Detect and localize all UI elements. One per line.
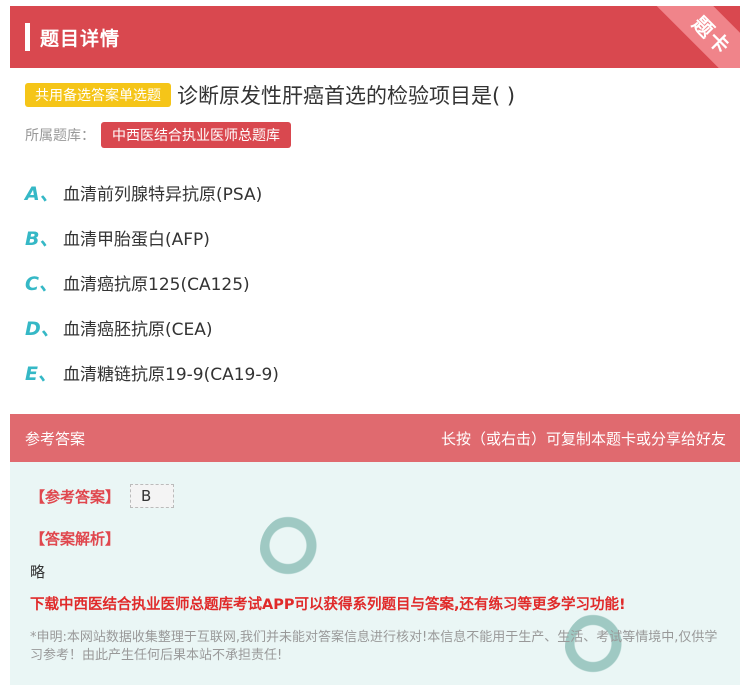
question-type-tag: 共用备选答案单选题: [25, 83, 171, 107]
option-text: 血清甲胎蛋白(AFP): [63, 230, 210, 250]
analysis-label: 【答案解析】: [30, 530, 121, 548]
option-d[interactable]: D、 血清癌胚抗原(CEA): [25, 305, 725, 350]
card-header: 题目详情 题卡: [10, 6, 740, 68]
corner-badge: 题卡: [650, 6, 740, 68]
header-title: 题目详情: [40, 27, 121, 50]
share-hint: 长按（或右击）可复制本题卡或分享给好友: [440, 429, 726, 448]
option-letter: E、: [25, 363, 57, 385]
option-c[interactable]: C、 血清癌抗原125(CA125): [25, 260, 725, 305]
option-letter: B、: [25, 228, 59, 250]
option-text: 血清糖链抗原19-9(CA19-9): [63, 365, 279, 385]
disclaimer-text: *申明:本网站数据收集整理于互联网,我们并未能对答案信息进行核对!本信息不能用于…: [30, 630, 718, 663]
option-letter: A、: [25, 183, 59, 205]
option-text: 血清癌胚抗原(CEA): [63, 320, 213, 340]
option-text: 血清癌抗原125(CA125): [63, 275, 250, 295]
answer-value: B: [130, 484, 175, 508]
analysis-text: 略: [30, 563, 46, 581]
answer-body: 【参考答案】 B 【答案解析】 略 下载中西医结合执业医师总题库考试APP可以获…: [10, 462, 740, 685]
question-line: 共用备选答案单选题 诊断原发性肝癌首选的检验项目是( ): [25, 80, 725, 110]
corner-ribbon-label: 题卡: [652, 6, 740, 68]
question-bank-link[interactable]: 中西医结合执业医师总题库: [101, 122, 291, 148]
answer-label: 【参考答案】: [30, 487, 121, 506]
option-letter: D、: [25, 318, 60, 340]
options-list: A、 血清前列腺特异抗原(PSA) B、 血清甲胎蛋白(AFP) C、 血清癌抗…: [25, 170, 725, 395]
option-b[interactable]: B、 血清甲胎蛋白(AFP): [25, 215, 725, 260]
option-e[interactable]: E、 血清糖链抗原19-9(CA19-9): [25, 350, 725, 395]
option-a[interactable]: A、 血清前列腺特异抗原(PSA): [25, 170, 725, 215]
option-text: 血清前列腺特异抗原(PSA): [63, 185, 263, 205]
app-download-promo[interactable]: 下载中西医结合执业医师总题库考试APP可以获得系列题目与答案,还有练习等更多学习…: [30, 593, 626, 614]
answer-header: 参考答案 长按（或右击）可复制本题卡或分享给好友: [10, 414, 740, 462]
question-section: 共用备选答案单选题 诊断原发性肝癌首选的检验项目是( ) 所属题库： 中西医结合…: [10, 68, 740, 395]
question-bank-line: 所属题库： 中西医结合执业医师总题库: [25, 122, 725, 148]
question-bank-label: 所属题库：: [25, 128, 95, 144]
watermark-logo-icon: [260, 514, 330, 584]
option-letter: C、: [25, 273, 58, 295]
question-text: 诊断原发性肝癌首选的检验项目是( ): [177, 84, 516, 108]
answer-row: 【参考答案】 B: [30, 484, 175, 508]
question-card: 题目详情 题卡 共用备选答案单选题 诊断原发性肝癌首选的检验项目是( ) 所属题…: [10, 6, 740, 395]
analysis-row: 【答案解析】: [30, 528, 120, 549]
header-accent-bar: [25, 23, 30, 51]
answer-section-title: 参考答案: [25, 429, 86, 448]
